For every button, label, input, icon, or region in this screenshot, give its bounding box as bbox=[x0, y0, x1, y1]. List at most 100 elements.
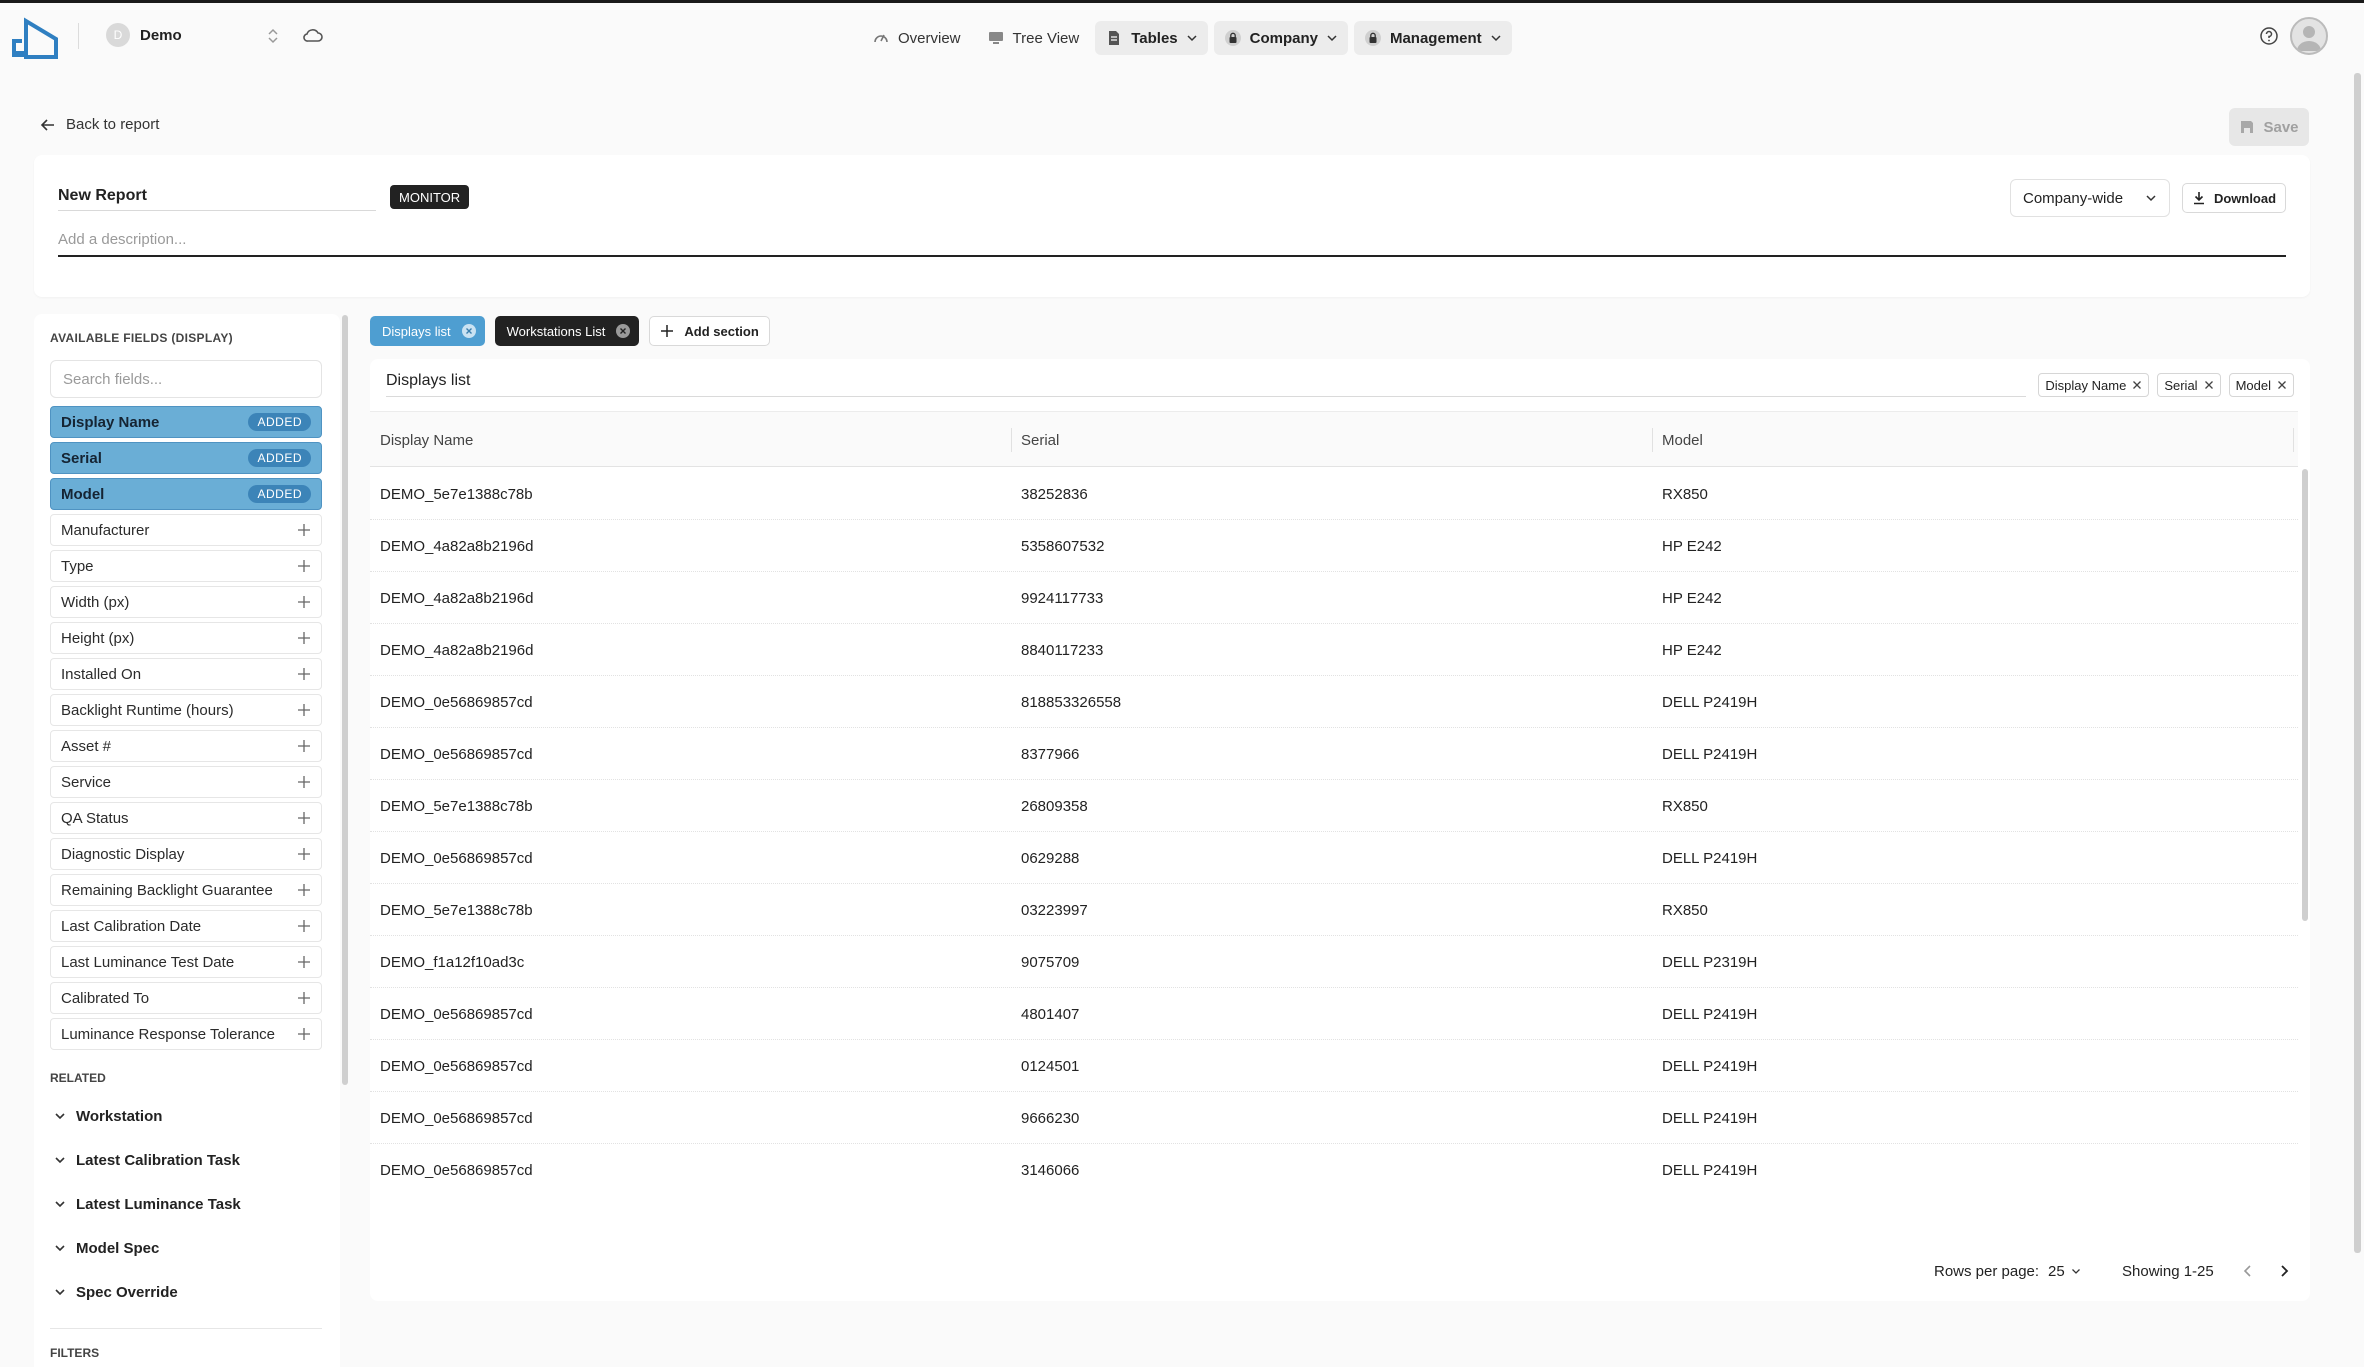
tab-displays-list[interactable]: Displays list bbox=[370, 316, 485, 346]
chevron-left-icon[interactable] bbox=[2240, 1263, 2256, 1279]
column-resizer[interactable] bbox=[1652, 428, 1653, 452]
field-item[interactable]: Service bbox=[50, 766, 322, 798]
field-item[interactable]: Height (px) bbox=[50, 622, 322, 654]
field-label: QA Status bbox=[61, 809, 129, 827]
field-item[interactable]: Remaining Backlight Guarantee bbox=[50, 874, 322, 906]
plus-icon[interactable] bbox=[297, 955, 311, 969]
help-icon[interactable] bbox=[2258, 25, 2280, 47]
column-resizer[interactable] bbox=[2293, 428, 2294, 452]
table-row[interactable]: DEMO_f1a12f10ad3c 9075709 DELL P2319H bbox=[370, 936, 2298, 988]
field-item[interactable]: Serial ADDED bbox=[50, 442, 322, 474]
column-chip[interactable]: Display Name bbox=[2038, 373, 2150, 397]
plus-icon[interactable] bbox=[297, 847, 311, 861]
sidebar-scrollbar[interactable] bbox=[342, 315, 348, 1085]
plus-icon[interactable] bbox=[297, 811, 311, 825]
field-item[interactable]: Calibrated To bbox=[50, 982, 322, 1014]
nav-company[interactable]: Company bbox=[1213, 21, 1348, 55]
related-item[interactable]: Workstation bbox=[50, 1094, 241, 1138]
column-resizer[interactable] bbox=[1011, 428, 1012, 452]
table-row[interactable]: DEMO_4a82a8b2196d 8840117233 HP E242 bbox=[370, 624, 2298, 676]
related-item[interactable]: Latest Calibration Task bbox=[50, 1138, 241, 1182]
download-button[interactable]: Download bbox=[2182, 183, 2286, 213]
chevron-right-icon[interactable] bbox=[2276, 1263, 2292, 1279]
close-icon[interactable] bbox=[2132, 380, 2142, 390]
report-title-input[interactable]: New Report bbox=[58, 185, 376, 211]
plus-icon[interactable] bbox=[297, 919, 311, 933]
table-row[interactable]: DEMO_4a82a8b2196d 5358607532 HP E242 bbox=[370, 520, 2298, 572]
section-title-input[interactable]: Displays list bbox=[386, 369, 2026, 397]
close-circle-icon[interactable] bbox=[615, 323, 631, 339]
field-item[interactable]: QA Status bbox=[50, 802, 322, 834]
table-row[interactable]: DEMO_0e56869857cd 0629288 DELL P2419H bbox=[370, 832, 2298, 884]
column-chip[interactable]: Model bbox=[2228, 373, 2294, 397]
field-item[interactable]: Installed On bbox=[50, 658, 322, 690]
field-item[interactable]: Diagnostic Display bbox=[50, 838, 322, 870]
nav-overview[interactable]: Overview bbox=[862, 21, 971, 55]
plus-icon[interactable] bbox=[297, 739, 311, 753]
save-button[interactable]: Save bbox=[2229, 108, 2309, 146]
plus-icon[interactable] bbox=[297, 631, 311, 645]
add-section-button[interactable]: Add section bbox=[649, 316, 770, 346]
report-description-input[interactable]: Add a description... bbox=[58, 231, 2286, 257]
plus-icon[interactable] bbox=[297, 775, 311, 789]
column-header[interactable]: Display Name bbox=[380, 412, 473, 468]
field-item[interactable]: Width (px) bbox=[50, 586, 322, 618]
plus-icon[interactable] bbox=[297, 1027, 311, 1041]
fields-sidebar: AVAILABLE FIELDS (DISPLAY) Search fields… bbox=[34, 314, 340, 1367]
field-item[interactable]: Last Luminance Test Date bbox=[50, 946, 322, 978]
column-header[interactable]: Model bbox=[1662, 412, 1703, 468]
nav-management[interactable]: Management bbox=[1353, 21, 1512, 55]
table-row[interactable]: DEMO_0e56869857cd 8377966 DELL P2419H bbox=[370, 728, 2298, 780]
table-row[interactable]: DEMO_0e56869857cd 9666230 DELL P2419H bbox=[370, 1092, 2298, 1144]
nav-tree-view[interactable]: Tree View bbox=[977, 21, 1090, 55]
tab-workstations-list[interactable]: Workstations List bbox=[494, 316, 640, 346]
plus-icon[interactable] bbox=[297, 595, 311, 609]
field-item[interactable]: Manufacturer bbox=[50, 514, 322, 546]
field-item[interactable]: Display Name ADDED bbox=[50, 406, 322, 438]
plus-icon[interactable] bbox=[297, 667, 311, 681]
close-icon[interactable] bbox=[2204, 380, 2214, 390]
back-to-report-link[interactable]: Back to report bbox=[40, 116, 159, 133]
plus-icon[interactable] bbox=[297, 559, 311, 573]
column-chip[interactable]: Serial bbox=[2157, 373, 2221, 397]
table-cell: DEMO_0e56869857cd bbox=[380, 1005, 533, 1023]
table-row[interactable]: DEMO_0e56869857cd 0124501 DELL P2419H bbox=[370, 1040, 2298, 1092]
field-search-input[interactable]: Search fields... bbox=[50, 360, 322, 398]
app-logo-icon[interactable] bbox=[12, 15, 60, 59]
scope-select[interactable]: Company-wide bbox=[2010, 179, 2170, 217]
plus-icon[interactable] bbox=[297, 703, 311, 717]
close-circle-icon[interactable] bbox=[461, 323, 477, 339]
table-row[interactable]: DEMO_5e7e1388c78b 38252836 RX850 bbox=[370, 468, 2298, 520]
table-cell: 4801407 bbox=[1021, 1005, 1080, 1023]
field-item[interactable]: Luminance Response Tolerance bbox=[50, 1018, 322, 1050]
related-item[interactable]: Spec Override bbox=[50, 1270, 241, 1314]
table-row[interactable]: DEMO_5e7e1388c78b 26809358 RX850 bbox=[370, 780, 2298, 832]
table-row[interactable]: DEMO_5e7e1388c78b 03223997 RX850 bbox=[370, 884, 2298, 936]
workspace-selector[interactable]: D Demo bbox=[106, 23, 182, 47]
field-item[interactable]: Model ADDED bbox=[50, 478, 322, 510]
field-item[interactable]: Last Calibration Date bbox=[50, 910, 322, 942]
plus-icon[interactable] bbox=[297, 991, 311, 1005]
field-item[interactable]: Type bbox=[50, 550, 322, 582]
cloud-sync-icon[interactable] bbox=[302, 25, 324, 47]
table-row[interactable]: DEMO_4a82a8b2196d 9924117733 HP E242 bbox=[370, 572, 2298, 624]
page-scrollbar[interactable] bbox=[2354, 73, 2361, 1253]
field-item[interactable]: Asset # bbox=[50, 730, 322, 762]
nav-tables[interactable]: Tables bbox=[1095, 21, 1208, 55]
column-header[interactable]: Serial bbox=[1021, 412, 1059, 468]
lock-icon bbox=[1224, 30, 1241, 46]
user-avatar[interactable] bbox=[2290, 17, 2328, 55]
chevron-up-down-icon[interactable] bbox=[266, 27, 280, 45]
plus-icon[interactable] bbox=[297, 883, 311, 897]
field-label: Width (px) bbox=[61, 593, 130, 611]
table-row[interactable]: DEMO_0e56869857cd 3146066 DELL P2419H bbox=[370, 1144, 2298, 1188]
close-icon[interactable] bbox=[2277, 380, 2287, 390]
table-row[interactable]: DEMO_0e56869857cd 4801407 DELL P2419H bbox=[370, 988, 2298, 1040]
table-scrollbar[interactable] bbox=[2302, 469, 2308, 921]
related-item[interactable]: Model Spec bbox=[50, 1226, 241, 1270]
field-item[interactable]: Backlight Runtime (hours) bbox=[50, 694, 322, 726]
related-item[interactable]: Latest Luminance Task bbox=[50, 1182, 241, 1226]
rows-per-page-select[interactable]: 25 bbox=[2048, 1255, 2081, 1287]
table-row[interactable]: DEMO_0e56869857cd 818853326558 DELL P2419H bbox=[370, 676, 2298, 728]
plus-icon[interactable] bbox=[297, 523, 311, 537]
